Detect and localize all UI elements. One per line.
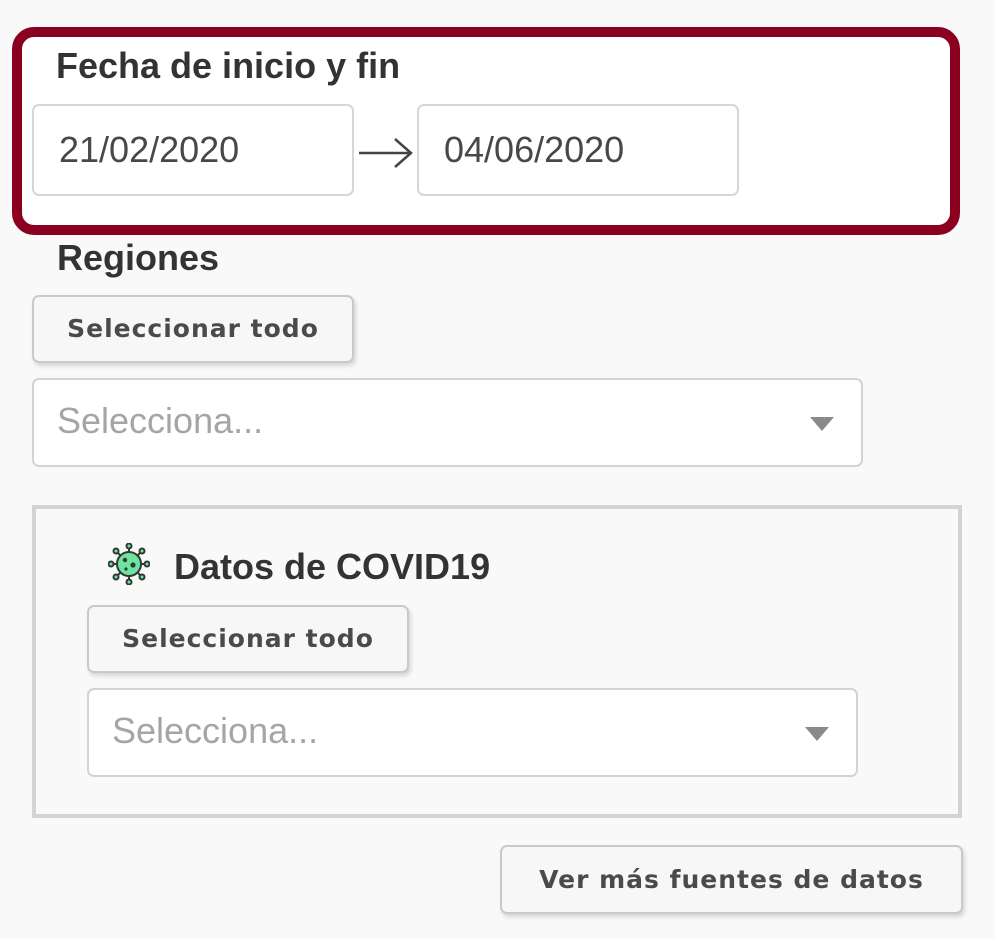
covid-select-placeholder: Selecciona... <box>112 710 319 751</box>
regions-select-placeholder: Selecciona... <box>57 400 264 441</box>
regions-select[interactable]: Selecciona... <box>32 378 863 467</box>
more-data-sources-button[interactable]: Ver más fuentes de datos <box>500 845 963 914</box>
arrow-right-icon <box>359 138 413 168</box>
regions-title: Regiones <box>57 237 220 278</box>
covid-select-all-button[interactable]: Seleccionar todo <box>87 605 409 673</box>
virus-icon <box>108 543 150 585</box>
start-date-input[interactable]: 21/02/2020 <box>32 104 354 196</box>
covid-data-title: Datos de COVID19 <box>174 546 491 587</box>
regions-select-all-button[interactable]: Seleccionar todo <box>32 295 354 363</box>
covid-data-select[interactable]: Selecciona... <box>87 688 858 777</box>
chevron-down-icon[interactable] <box>805 727 829 741</box>
chevron-down-icon[interactable] <box>810 417 834 431</box>
date-range-title: Fecha de inicio y fin <box>56 45 401 86</box>
end-date-input[interactable]: 04/06/2020 <box>417 104 739 196</box>
